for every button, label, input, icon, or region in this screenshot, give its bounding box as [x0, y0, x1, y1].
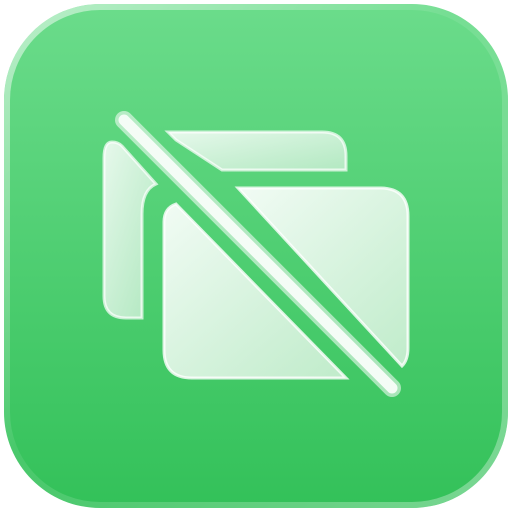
app-icon-stage — [0, 0, 512, 512]
app-icon[interactable] — [0, 0, 512, 512]
